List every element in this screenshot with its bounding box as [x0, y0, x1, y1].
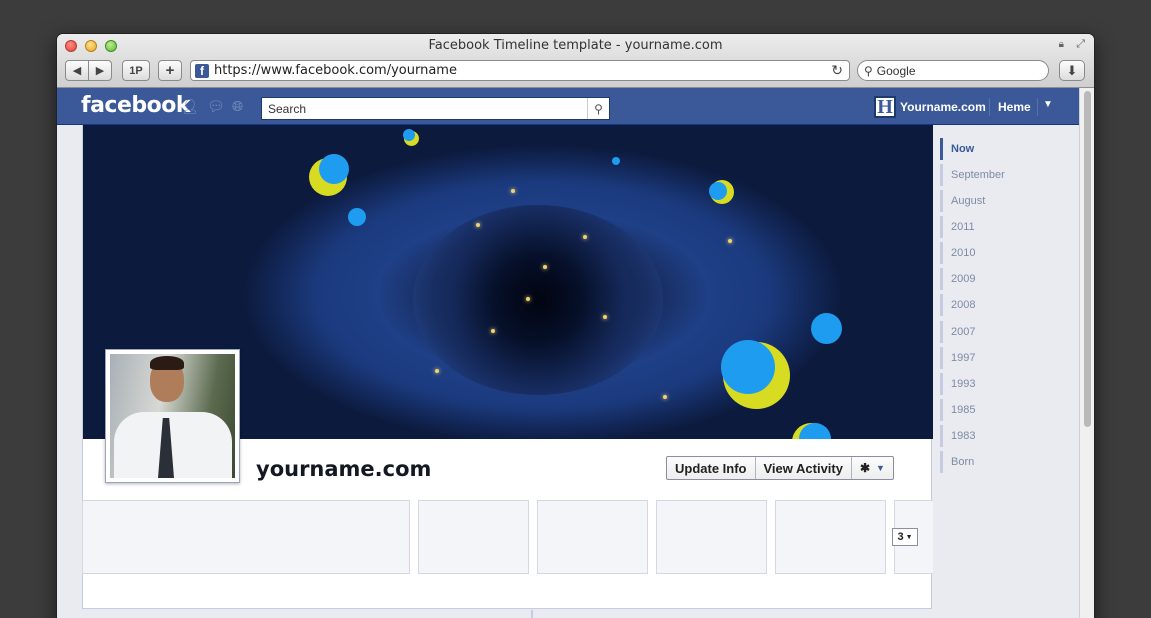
- scrubber-item-now[interactable]: Now: [940, 138, 1070, 160]
- more-boxes-count: 3: [897, 531, 904, 543]
- update-info-button[interactable]: Update Info: [667, 457, 756, 479]
- scrubber-item-2008[interactable]: 2008: [940, 294, 1070, 316]
- back-button[interactable]: ◀: [65, 60, 89, 81]
- scrubber-item-born[interactable]: Born: [940, 451, 1070, 473]
- facebook-search: ⚲: [261, 97, 610, 120]
- nav-divider: [1037, 98, 1038, 116]
- scrubber-item-2009[interactable]: 2009: [940, 268, 1070, 290]
- facebook-search-input[interactable]: [262, 98, 587, 119]
- decor-spark: [491, 329, 495, 333]
- featured-box-map[interactable]: [82, 500, 410, 574]
- vertical-scrollbar[interactable]: [1079, 88, 1094, 618]
- scrubber-item-2010[interactable]: 2010: [940, 242, 1070, 264]
- forward-button[interactable]: ▶: [88, 60, 112, 81]
- facebook-top-bar: facebook 👤︎ 💬︎ 🌐︎ ⚲ H Yourname.com Heme …: [57, 88, 1079, 125]
- reload-icon[interactable]: ↻: [831, 62, 843, 79]
- browser-search-field[interactable]: ⚲ Google: [857, 60, 1049, 81]
- decor-spark: [476, 223, 480, 227]
- view-activity-button[interactable]: View Activity: [756, 457, 852, 479]
- address-bar[interactable]: f https://www.facebook.com/yourname ↻: [190, 60, 850, 81]
- url-text: https://www.facebook.com/yourname: [214, 63, 457, 78]
- decor-bubble: [612, 157, 620, 165]
- timeline-spine: [531, 610, 533, 618]
- scrubber-item-september[interactable]: September: [940, 164, 1070, 186]
- lock-icon: 🔒︎: [1058, 39, 1064, 50]
- fullscreen-icon[interactable]: ⤢: [1076, 38, 1085, 51]
- friend-requests-icon[interactable]: 👤︎: [181, 98, 199, 115]
- decor-spark: [511, 189, 515, 193]
- page-title[interactable]: yourname.com: [256, 457, 431, 481]
- featured-box[interactable]: [775, 500, 886, 574]
- gear-icon: ✱: [859, 461, 871, 475]
- timeline-header: yourname.com Update Info View Activity ✱…: [82, 125, 934, 609]
- decor-spark: [526, 297, 530, 301]
- scrubber-item-august[interactable]: August: [940, 190, 1070, 212]
- facebook-favicon-icon: f: [195, 63, 209, 78]
- featured-box[interactable]: [537, 500, 648, 574]
- photo-hair: [150, 356, 184, 370]
- title-bar: Facebook Timeline template - yourname.co…: [57, 34, 1094, 88]
- featured-box[interactable]: [418, 500, 529, 574]
- settings-menu-button[interactable]: ✱ ▼: [852, 457, 893, 479]
- scrubber-item-1997[interactable]: 1997: [940, 347, 1070, 369]
- timeline-scrubber: Now September August 2011 2010 2009 2008…: [933, 125, 1079, 618]
- profile-link[interactable]: Yourname.com: [900, 100, 986, 114]
- profile-actions: Update Info View Activity ✱ ▼: [666, 456, 894, 480]
- more-boxes-button[interactable]: 3 ▼: [892, 528, 918, 546]
- page-viewport: facebook 👤︎ 💬︎ 🌐︎ ⚲ H Yourname.com Heme …: [57, 88, 1094, 618]
- downloads-button[interactable]: ⬇: [1059, 60, 1085, 81]
- decor-spark: [435, 369, 439, 373]
- download-icon: ⬇: [1066, 62, 1078, 78]
- decor-spark: [663, 395, 667, 399]
- decor-bubble: [348, 208, 366, 226]
- search-icon: ⚲: [864, 63, 873, 78]
- add-bookmark-button[interactable]: +: [158, 60, 182, 81]
- eye-iris: [413, 205, 663, 395]
- onepassword-button[interactable]: 1P: [122, 60, 150, 81]
- decor-spark: [543, 265, 547, 269]
- decor-bubble: [319, 154, 349, 184]
- brand-avatar[interactable]: H: [874, 96, 896, 118]
- scrubber-item-1985[interactable]: 1985: [940, 399, 1070, 421]
- decor-bubble: [811, 313, 842, 344]
- account-menu-chevron-down-icon[interactable]: ▼: [1043, 99, 1053, 110]
- forward-arrow-icon: ▶: [95, 65, 105, 77]
- scrollbar-thumb[interactable]: [1084, 91, 1091, 427]
- decor-bubble: [721, 340, 775, 394]
- decor-spark: [603, 315, 607, 319]
- featured-box[interactable]: [656, 500, 767, 574]
- decor-spark: [583, 235, 587, 239]
- chevron-down-icon: ▼: [905, 533, 913, 541]
- search-icon[interactable]: ⚲: [587, 98, 609, 119]
- decor-bubble: [709, 182, 727, 200]
- back-arrow-icon: ◀: [72, 65, 82, 77]
- window-title: Facebook Timeline template - yourname.co…: [428, 38, 723, 53]
- facebook-logo[interactable]: facebook: [81, 93, 191, 118]
- scrubber-item-1983[interactable]: 1983: [940, 425, 1070, 447]
- nav-divider: [989, 98, 990, 116]
- scrubber-item-1993[interactable]: 1993: [940, 373, 1070, 395]
- chevron-down-icon: ▼: [876, 463, 885, 473]
- decor-bubble: [403, 129, 415, 141]
- messages-icon[interactable]: 💬︎: [207, 98, 225, 115]
- browser-search-placeholder: Google: [876, 63, 916, 78]
- scrubber-item-2007[interactable]: 2007: [940, 321, 1070, 343]
- scrubber-item-2011[interactable]: 2011: [940, 216, 1070, 238]
- profile-photo: [110, 354, 235, 478]
- browser-window: Facebook Timeline template - yourname.co…: [57, 34, 1094, 618]
- decor-spark: [728, 239, 732, 243]
- notifications-globe-icon[interactable]: 🌐︎: [232, 98, 243, 115]
- home-link[interactable]: Heme: [998, 100, 1031, 114]
- profile-picture[interactable]: [105, 349, 240, 483]
